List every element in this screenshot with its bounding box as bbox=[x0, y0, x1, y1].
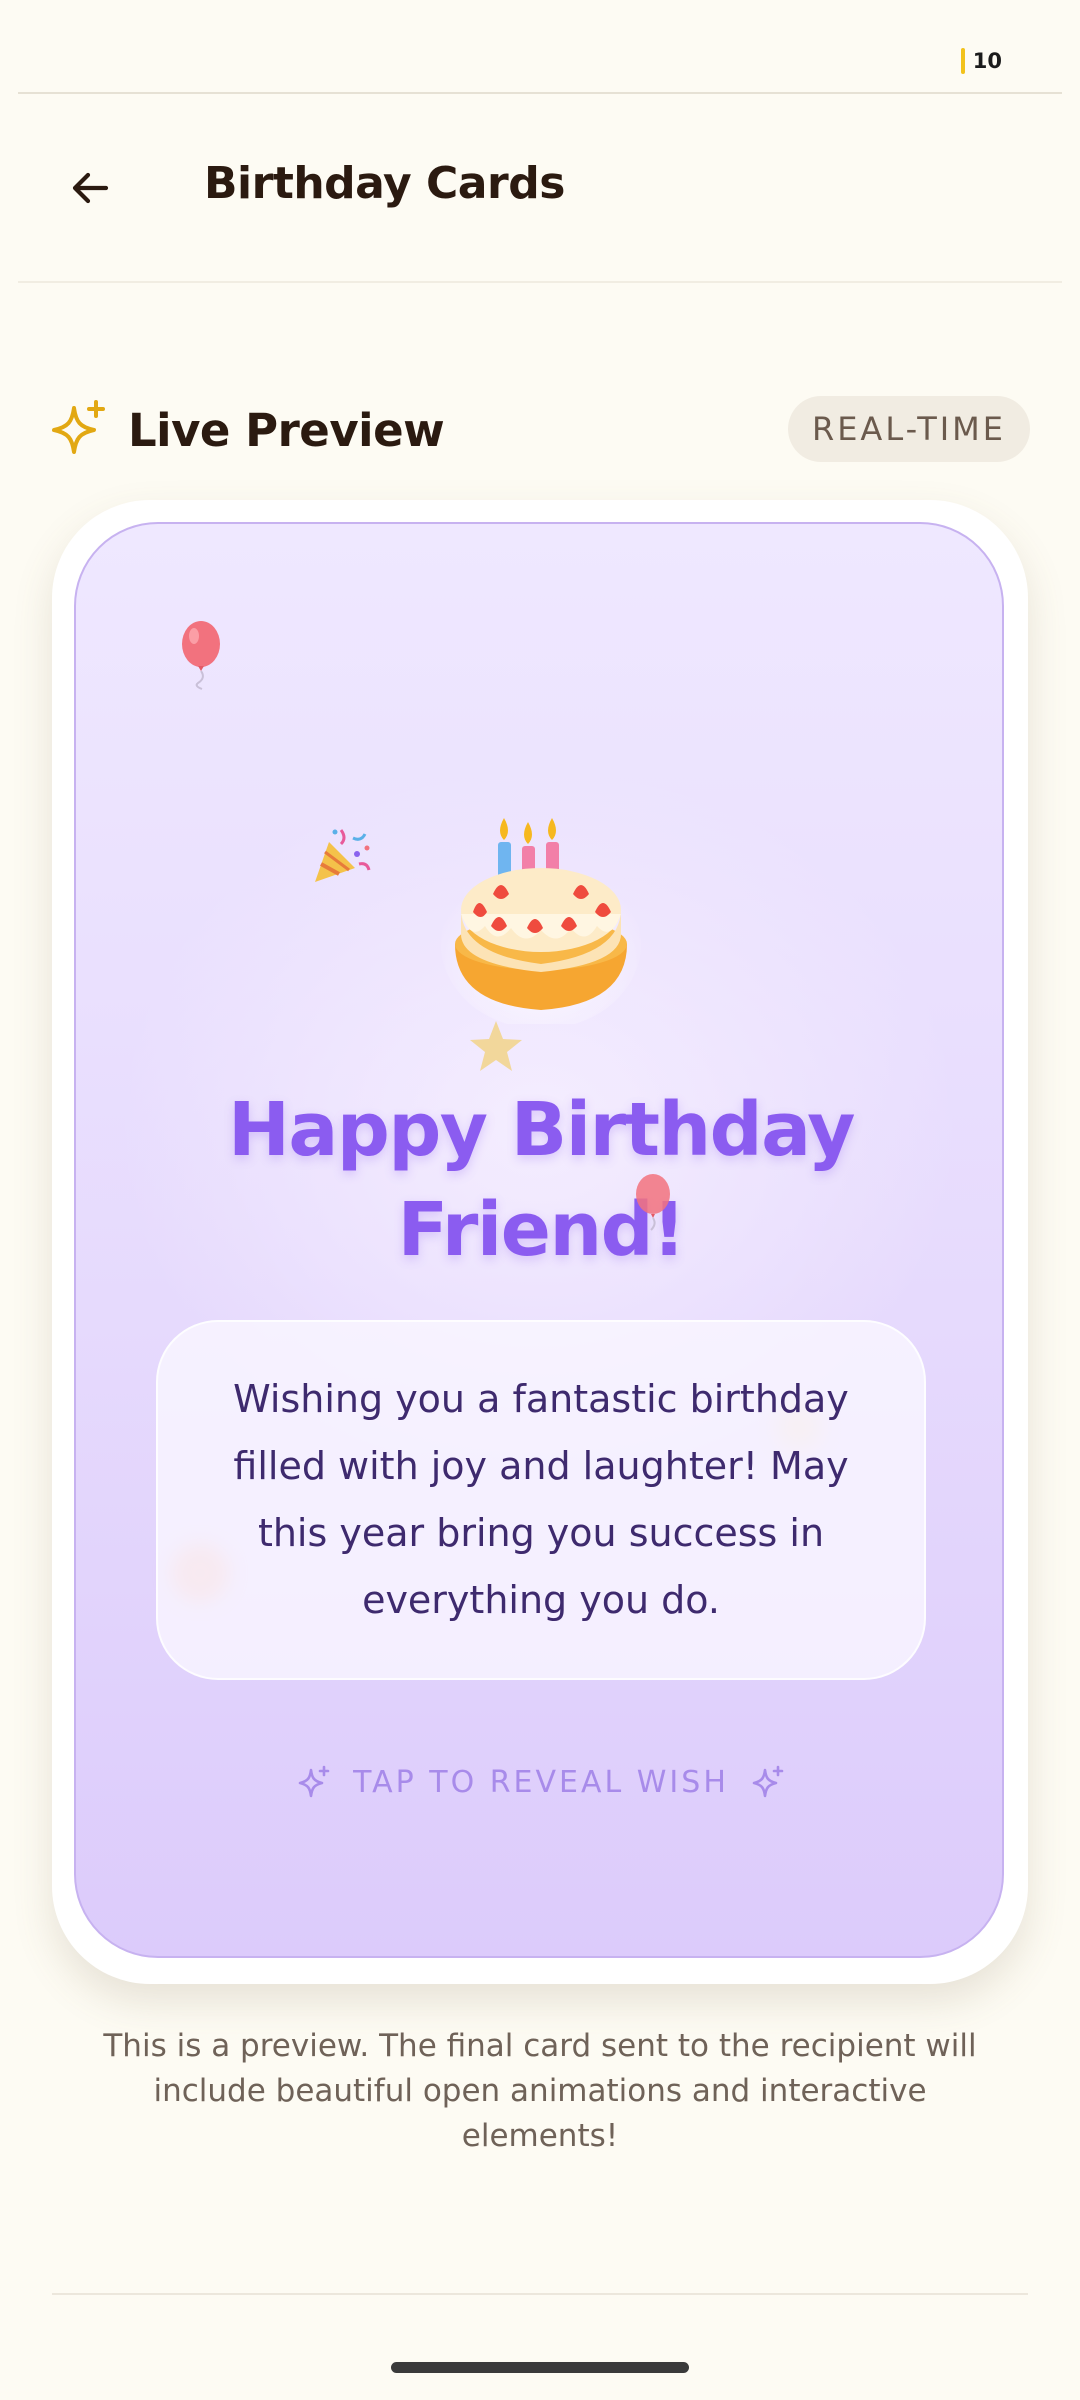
realtime-badge: REAL-TIME bbox=[787, 396, 1030, 462]
tap-to-reveal-button[interactable]: TAP TO REVEAL WISH bbox=[76, 1752, 1002, 1812]
sparkle-icon bbox=[752, 1765, 784, 1798]
star-icon bbox=[470, 1021, 522, 1071]
arrow-left-icon bbox=[72, 172, 109, 204]
card-preview-frame: Happy Birthday Friend! Wishing you a fan… bbox=[52, 500, 1028, 1984]
greeting-title-line2: Friend! bbox=[397, 1187, 686, 1273]
home-indicator[interactable] bbox=[391, 2362, 689, 2373]
status-bar: 10 bbox=[0, 0, 1080, 92]
birthday-card[interactable]: Happy Birthday Friend! Wishing you a fan… bbox=[74, 522, 1004, 1958]
sparkle-icon bbox=[52, 400, 105, 454]
page-title: Birthday Cards bbox=[204, 158, 565, 209]
sparkle-icon bbox=[298, 1765, 330, 1798]
birthday-cake-icon bbox=[441, 818, 641, 1024]
message-box: Wishing you a fantastic birthday filled … bbox=[156, 1320, 926, 1680]
battery-level-text: 10 bbox=[972, 49, 1002, 73]
preview-caption: This is a preview. The final card sent t… bbox=[103, 2028, 977, 2154]
app-header: Birthday Cards bbox=[0, 94, 1080, 280]
battery-level-bar bbox=[960, 48, 965, 74]
party-popper-icon bbox=[315, 829, 371, 882]
bottom-divider bbox=[52, 2293, 1028, 2295]
balloon-icon bbox=[182, 621, 220, 690]
back-button[interactable] bbox=[58, 156, 122, 220]
message-text: Wishing you a fantastic birthday filled … bbox=[233, 1377, 849, 1622]
live-preview-header: Live Preview REAL-TIME bbox=[50, 396, 1030, 466]
tap-to-reveal-label: TAP TO REVEAL WISH bbox=[353, 1764, 729, 1800]
balloon-icon bbox=[636, 1174, 670, 1231]
battery-indicator: 10 bbox=[960, 48, 1002, 74]
greeting-title-line1: Happy Birthday bbox=[228, 1087, 856, 1173]
header-divider bbox=[18, 281, 1062, 283]
section-title: Live Preview bbox=[128, 404, 445, 457]
